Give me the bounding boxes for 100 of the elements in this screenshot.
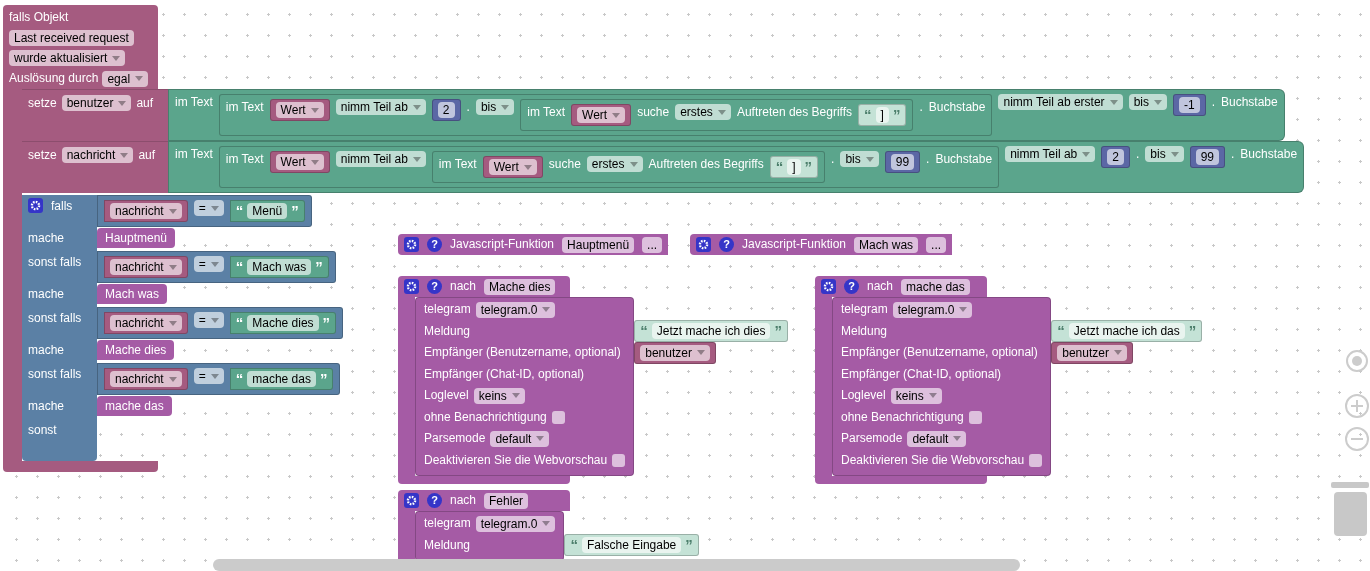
dropdown-field[interactable]: nimm Teil ab (1005, 146, 1096, 162)
help-button[interactable]: ? (844, 279, 859, 294)
help-button[interactable]: ? (719, 237, 734, 252)
text-block[interactable]: “ Mach was ” (229, 256, 329, 278)
procedure-block[interactable]: ? nach Fehler telegram telegram.0 Meldung “ Falsche Eingabe ” (398, 490, 699, 561)
dropdown-field[interactable]: = (193, 256, 224, 272)
dropdown-field[interactable]: nachricht (110, 371, 182, 387)
more-field[interactable]: ... (926, 236, 947, 253)
dropdown-field[interactable]: nachricht (61, 147, 134, 163)
gear-icon[interactable] (696, 237, 711, 252)
help-button[interactable]: ? (427, 279, 442, 294)
telegram-block[interactable]: telegram telegram.0 Meldung (415, 511, 565, 561)
dropdown-field[interactable]: egal (102, 70, 149, 87)
dropdown-field[interactable]: erstes (675, 104, 731, 120)
dropdown-field[interactable]: bis (840, 151, 879, 167)
dropdown-field[interactable]: telegram.0 (475, 301, 556, 318)
gear-icon[interactable] (404, 493, 419, 508)
number-block[interactable]: 2 (1101, 146, 1130, 168)
dropdown-field[interactable]: nimm Teil ab (335, 99, 426, 115)
dropdown-field[interactable]: bis (475, 99, 515, 115)
more-field[interactable]: ... (642, 236, 663, 253)
dropdown-field[interactable]: Wert (275, 154, 324, 170)
text-block[interactable]: “ mache das ” (229, 368, 334, 390)
object-field[interactable]: Last received request (9, 30, 134, 46)
variable-block[interactable]: Wert (269, 151, 330, 173)
dropdown-field[interactable]: keins (473, 387, 525, 404)
procedure-block[interactable] (815, 276, 1203, 484)
procedure-call-block[interactable]: Mache dies (97, 340, 175, 360)
text-field[interactable]: Mach was (247, 259, 312, 275)
dropdown-field[interactable]: nachricht (110, 203, 182, 219)
dropdown-field[interactable]: Wert (275, 102, 324, 118)
condition-block[interactable]: nachricht = “ Mache dies ” (97, 307, 344, 339)
text-block[interactable]: “ ] ” (858, 104, 907, 126)
dropdown-field[interactable]: wurde aktualisiert (9, 50, 126, 66)
dropdown-field[interactable]: = (193, 200, 224, 216)
name-field[interactable]: Hauptmenü (562, 236, 635, 253)
dropdown-field[interactable]: telegram.0 (892, 301, 973, 318)
text-operation-block[interactable]: im Text Wert nimm Teil ab im Text Wert suche erstes Auftreten des Begriffs “ ] ” . bis 99 . Buchstabe (218, 146, 1000, 188)
text-block[interactable]: “ Falsche Eingabe ” (564, 534, 699, 557)
variable-block[interactable]: nachricht (104, 312, 188, 334)
dropdown-field[interactable]: erstes (586, 156, 643, 172)
procedure-block[interactable] (398, 276, 788, 484)
text-block[interactable]: “ ] ” (769, 156, 819, 178)
condition-block[interactable]: nachricht = “ Menü ” (97, 195, 312, 227)
text-operation-block[interactable]: im Text Wert suche erstes Auftreten des Begriffs “ ] ” (520, 99, 914, 131)
text-block[interactable]: “ Mache dies ” (229, 312, 337, 334)
text-field[interactable]: Jetzt mache ich dies (651, 323, 771, 340)
dropdown-field[interactable]: nimm Teil ab (335, 151, 426, 167)
name-field[interactable]: mache das (901, 278, 970, 295)
gear-icon[interactable] (404, 237, 419, 252)
variable-block[interactable]: Wert (269, 99, 330, 121)
checkbox[interactable] (968, 410, 982, 424)
number-block[interactable]: 99 (884, 151, 921, 173)
text-field[interactable]: ] (875, 107, 889, 123)
procedure-call-block[interactable]: Mach was (97, 284, 168, 304)
dropdown-field[interactable]: = (193, 368, 224, 384)
checkbox[interactable] (1029, 453, 1043, 467)
variable-block[interactable]: nachricht (104, 256, 188, 278)
procedure-call-block[interactable]: mache das (97, 396, 172, 416)
dropdown-field[interactable]: keins (890, 387, 942, 404)
dropdown-field[interactable]: default (490, 430, 550, 447)
if-block[interactable] (22, 193, 344, 461)
dropdown-field[interactable]: nachricht (110, 315, 182, 331)
variable-block[interactable]: benutzer (634, 341, 716, 364)
number-block[interactable]: 2 (431, 99, 461, 121)
text-operation-block[interactable]: im Text im Text Wert nimm Teil ab 2 . bis im Text Wert suche erstes Auftreten des Begriffs “ ] ” . Buchstabe nimm Teil ab erster bis -1 . Buchstabe (168, 89, 1285, 141)
number-field[interactable]: -1 (1178, 97, 1200, 113)
telegram-block[interactable]: telegram telegram.0 Meldung Empfänger (Benutzername, optional) Empfänger (Chat-ID, optional) Loglevel keins ohne Benachrichtigung Parsemode default Deaktivieren Sie die Webvorschau (832, 297, 1052, 476)
dropdown-field[interactable]: benutzer (640, 344, 710, 361)
variable-block[interactable]: Wert (571, 104, 632, 126)
gear-icon[interactable] (821, 279, 836, 294)
function-block[interactable]: ? Javascript-Funktion Mach was ... (690, 234, 953, 255)
name-field[interactable]: Mache dies (484, 278, 556, 295)
name-field[interactable]: Fehler (484, 492, 529, 509)
dropdown-field[interactable]: telegram.0 (475, 515, 556, 532)
checkbox[interactable] (612, 453, 626, 467)
dropdown-field[interactable]: nimm Teil ab erster (998, 94, 1123, 110)
text-field[interactable]: ] (787, 159, 801, 175)
text-operation-block[interactable]: im Text im Text Wert nimm Teil ab im Text Wert suche erstes Auftreten des Begriffs “ ] ” . bis 99 . Buchstabe nimm Teil ab 2 . bis 99 . Buchstabe (168, 141, 1305, 193)
help-button[interactable]: ? (427, 237, 442, 252)
help-button[interactable]: ? (427, 493, 442, 508)
number-field[interactable]: 99 (890, 154, 915, 170)
number-field[interactable]: 99 (1195, 149, 1219, 165)
gear-icon[interactable] (404, 279, 419, 294)
number-block[interactable]: -1 (1172, 94, 1206, 116)
condition-block[interactable]: nachricht = “ mache das ” (97, 363, 341, 395)
dropdown-field[interactable]: benutzer (1057, 344, 1127, 361)
text-operation-block[interactable]: im Text Wert nimm Teil ab 2 . bis im Text Wert suche erstes Auftreten des Begriffs “ ] ” . Buchstabe (218, 94, 993, 136)
name-field[interactable]: Mach was (854, 236, 919, 253)
dropdown-field[interactable]: benutzer (61, 95, 132, 111)
procedure-call-block[interactable]: Hauptmenü (97, 228, 176, 248)
dropdown-field[interactable]: Wert (577, 107, 626, 123)
dropdown-field[interactable]: = (193, 312, 224, 328)
text-block[interactable]: “ Menü ” (229, 200, 305, 222)
text-field[interactable]: Jetzt mache ich das (1068, 323, 1185, 340)
telegram-block[interactable]: telegram telegram.0 Meldung Empfänger (Benutzername, optional) Empfänger (Chat-ID, optional) Loglevel keins ohne Benachrichtigung Parsemode default Deaktivieren Sie die Webvorschau (415, 297, 635, 476)
dropdown-field[interactable]: Wert (488, 159, 537, 175)
text-field[interactable]: mache das (247, 371, 316, 387)
text-field[interactable]: Menü (247, 203, 288, 219)
function-block[interactable]: ? Javascript-Funktion Hauptmenü ... (398, 234, 669, 255)
